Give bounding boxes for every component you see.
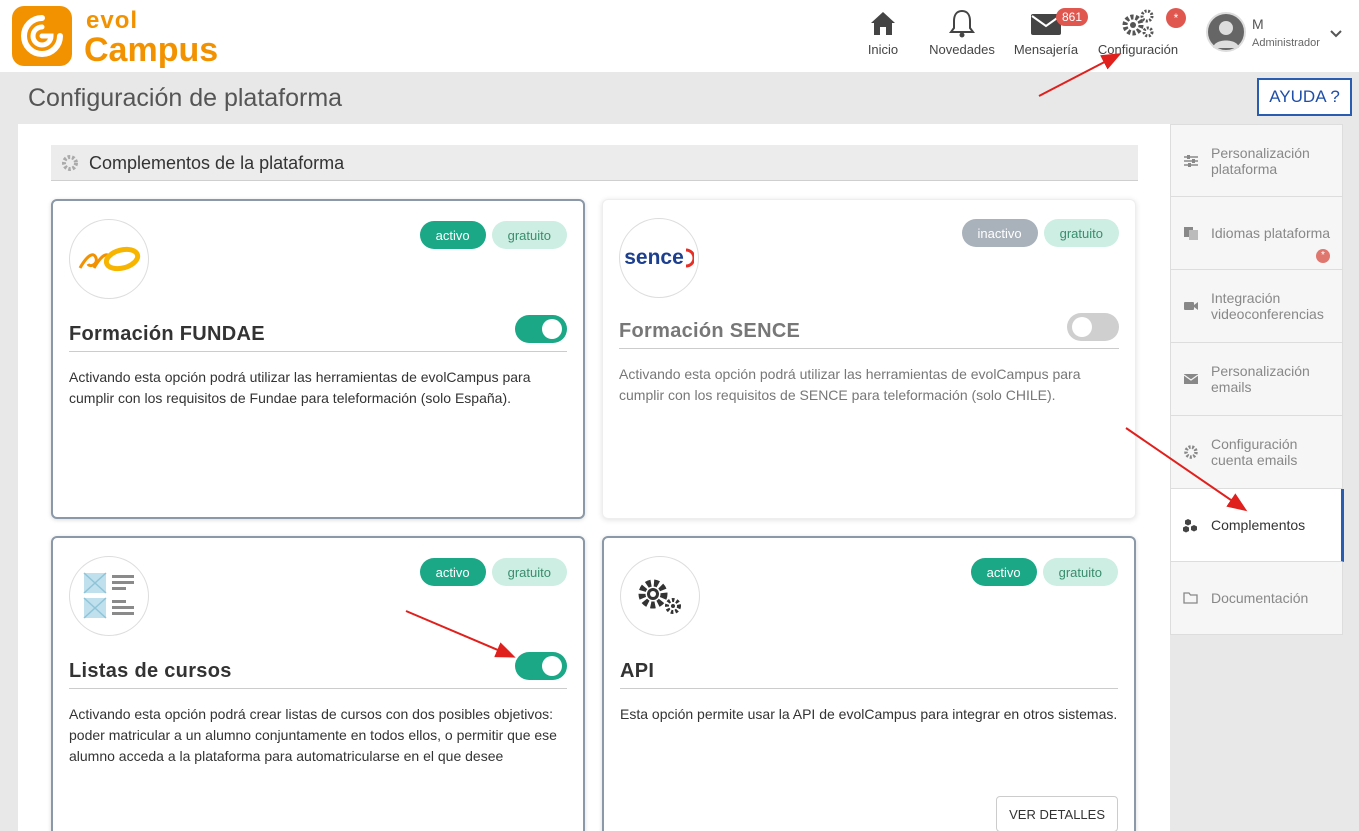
view-details-button[interactable]: VER DETALLES (996, 796, 1118, 831)
addon-card-sence: sence inactivo gratuito Formación SENCE … (602, 199, 1136, 519)
sidebar-item-label: Personalización plataforma (1211, 144, 1310, 177)
addon-title: Listas de cursos (69, 660, 232, 682)
sence-logo-text: sence (624, 246, 684, 269)
logo-mark-icon (12, 6, 72, 66)
status-badge: activo (419, 558, 486, 586)
help-button[interactable]: AYUDA ? (1257, 78, 1352, 116)
status-badge: inactivo (961, 219, 1038, 247)
sidebar-item-personalizacion-plataforma[interactable]: Personalización plataforma (1170, 124, 1343, 197)
addon-toggle[interactable] (1067, 313, 1119, 341)
addon-card-course-lists: activo gratuito Listas de cursos Activan… (51, 536, 585, 831)
nav-novedades[interactable]: Novedades (926, 8, 998, 57)
home-icon (871, 12, 895, 35)
user-role: Administrador (1252, 37, 1320, 49)
nav-label: Configuración (1097, 42, 1179, 57)
addon-description: Activando esta opción podrá utilizar las… (69, 369, 531, 406)
language-icon (1184, 227, 1198, 240)
price-badge: gratuito (491, 221, 567, 249)
section-header: Complementos de la plataforma (51, 145, 1138, 181)
fundae-logo (69, 219, 149, 299)
page-header: Configuración de plataforma AYUDA ? (0, 72, 1359, 124)
folder-icon (1183, 592, 1198, 604)
addon-title: Formación SENCE (619, 320, 801, 342)
nav-inicio[interactable]: Inicio (864, 8, 902, 57)
addon-card-fundae: activo gratuito Formación FUNDAE Activan… (51, 199, 585, 519)
addon-toggle[interactable] (515, 315, 567, 343)
status-tags: activo gratuito (419, 221, 567, 249)
settings-sidebar: Personalización plataforma Idiomas plata… (1170, 124, 1344, 635)
divider (69, 351, 567, 352)
sidebar-item-videoconferencias[interactable]: Integración videoconferencias (1170, 270, 1343, 343)
evolcampus-logo[interactable]: evol Campus (12, 5, 227, 69)
sidebar-item-emails[interactable]: Personalización emails (1170, 343, 1343, 416)
envelope-icon (1183, 374, 1199, 384)
sidebar-alert-badge: * (1316, 249, 1330, 263)
status-badge: activo (419, 221, 486, 249)
avatar (1206, 12, 1246, 52)
price-badge: gratuito (491, 558, 567, 586)
addon-card-api: activo gratuito API Esta opción permite … (602, 536, 1136, 831)
gears-icon (1122, 9, 1154, 38)
video-icon (1184, 302, 1198, 310)
nav-mensajeria[interactable]: Mensajería 861 (1010, 8, 1089, 57)
addon-description: Esta opción permite usar la API de evolC… (620, 706, 1118, 722)
addon-title: Formación FUNDAE (69, 323, 265, 345)
sidebar-item-label: Complementos (1211, 517, 1306, 533)
logo-text-bottom: Campus (84, 31, 219, 69)
status-badge: activo (970, 558, 1037, 586)
status-tags: inactivo gratuito (961, 219, 1119, 247)
divider (620, 688, 1118, 689)
nav-configuracion[interactable]: Configuración * (1094, 8, 1186, 57)
price-badge: gratuito (1043, 219, 1119, 247)
gears-icon (638, 579, 681, 614)
chevron-down-icon[interactable] (1330, 26, 1342, 42)
sidebar-item-idiomas[interactable]: Idiomas plataforma * (1170, 197, 1343, 270)
main-content: Complementos de la plataforma activo gra… (18, 124, 1170, 831)
gear-icon (62, 155, 78, 171)
api-logo (620, 556, 700, 636)
price-badge: gratuito (1042, 558, 1118, 586)
sidebar-item-label: Configuración cuenta emails (1211, 436, 1298, 468)
sidebar-item-complementos[interactable]: Complementos (1170, 489, 1344, 562)
addon-toggle[interactable] (515, 652, 567, 680)
nav-label: Novedades (929, 42, 995, 57)
sliders-icon (1184, 154, 1198, 167)
top-bar: evol Campus Inicio Novedades Mensajería … (0, 0, 1359, 72)
config-alert-badge: * (1166, 8, 1186, 28)
sidebar-item-documentacion[interactable]: Documentación (1170, 562, 1343, 635)
status-tags: activo gratuito (419, 558, 567, 586)
user-name: M (1252, 16, 1264, 32)
user-menu[interactable]: M Administrador (1206, 12, 1356, 56)
divider (69, 688, 567, 689)
sidebar-item-label: Personalización emails (1211, 363, 1310, 395)
addon-title: API (620, 660, 655, 682)
addon-description: Activando esta opción podrá crear listas… (69, 706, 557, 764)
nav-label: Mensajería (1013, 42, 1079, 57)
sidebar-item-cuenta-emails[interactable]: Configuración cuenta emails (1170, 416, 1343, 489)
sidebar-item-label: Documentación (1211, 590, 1309, 606)
page-title: Configuración de plataforma (28, 84, 343, 112)
course-lists-logo (69, 556, 149, 636)
divider (619, 348, 1119, 349)
sence-arc-icon (685, 248, 694, 268)
sidebar-item-label: Integración videoconferencias (1211, 290, 1324, 322)
gear-icon (1184, 445, 1198, 459)
messages-count-badge: 861 (1056, 8, 1089, 26)
section-title: Complementos de la plataforma (89, 153, 345, 173)
addon-description: Activando esta opción podrá utilizar las… (619, 366, 1081, 403)
sidebar-item-label: Idiomas plataforma (1211, 225, 1331, 241)
nav-label: Inicio (867, 42, 899, 57)
cubes-icon (1183, 519, 1197, 533)
bell-icon (949, 9, 975, 38)
sence-logo: sence (619, 218, 699, 298)
status-tags: activo gratuito (970, 558, 1118, 586)
